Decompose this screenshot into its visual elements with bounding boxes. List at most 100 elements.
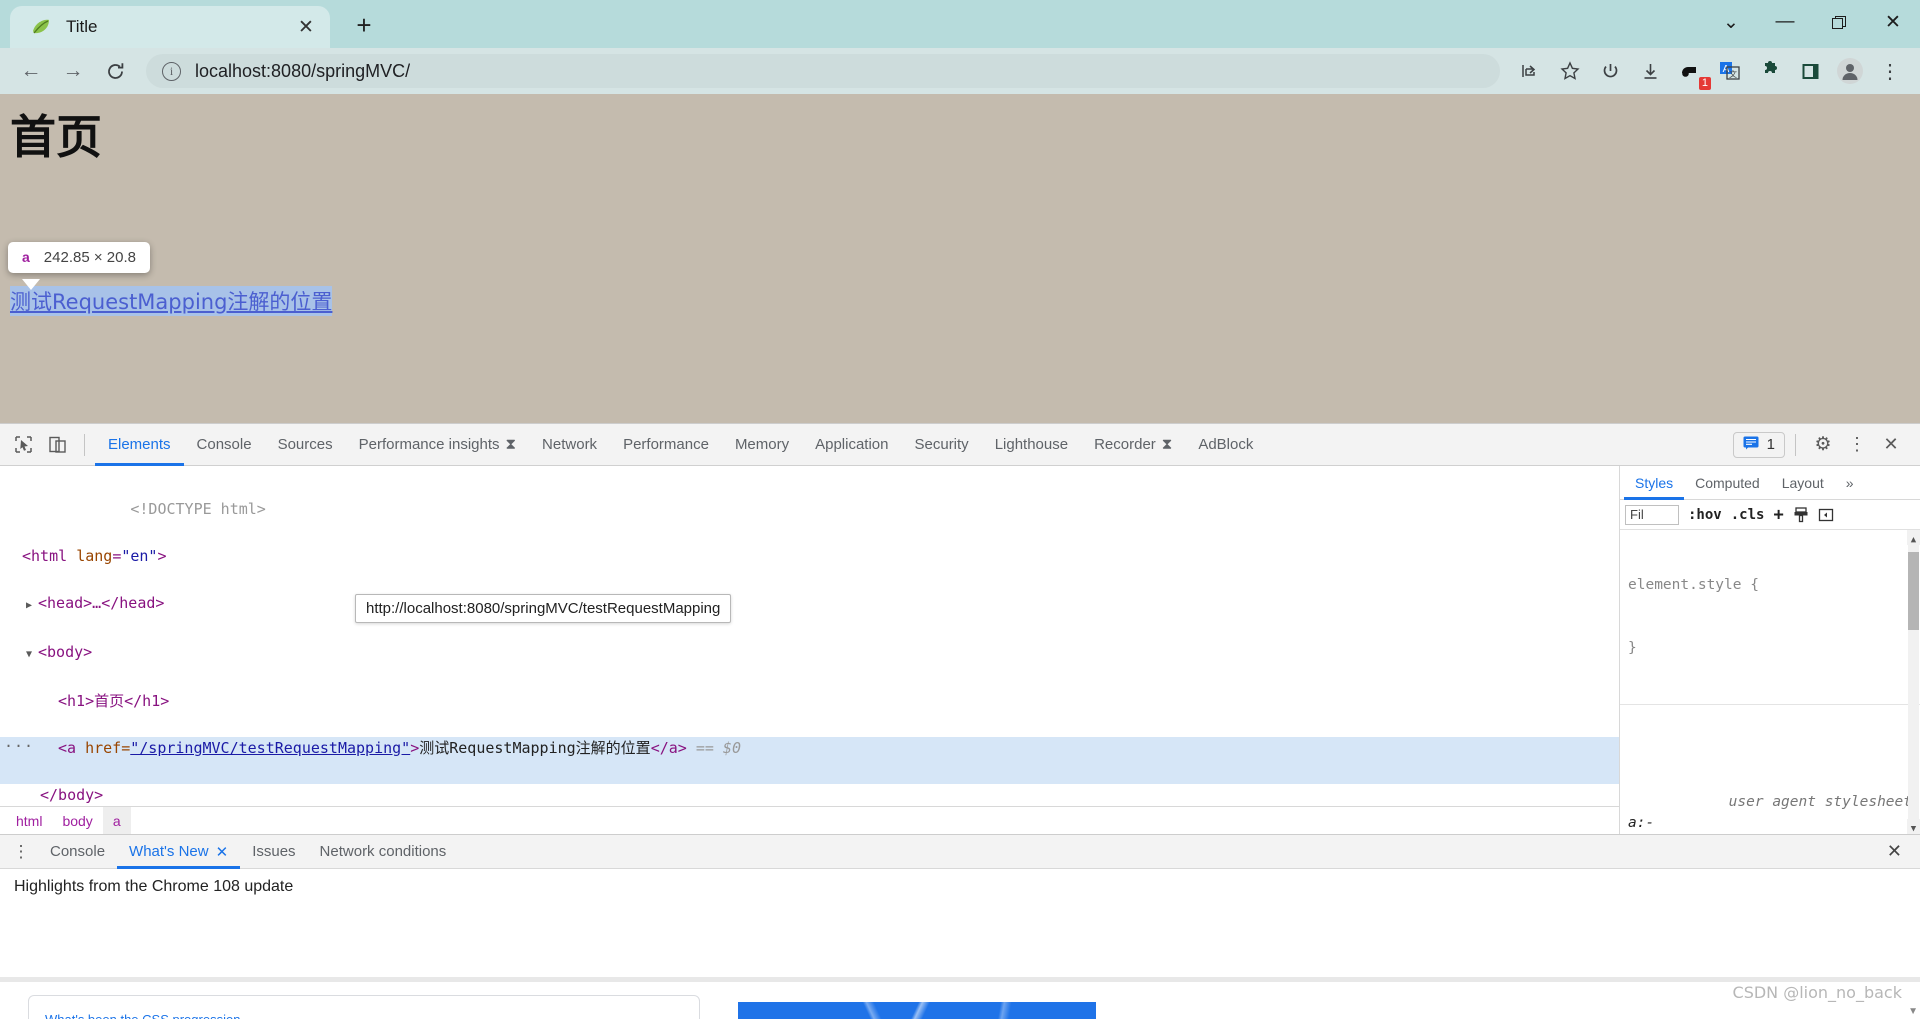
tab-lighthouse[interactable]: Lighthouse xyxy=(982,424,1081,466)
extension-badge-icon[interactable]: 1 xyxy=(1670,51,1711,91)
reload-button[interactable] xyxy=(94,50,136,92)
power-icon[interactable] xyxy=(1590,51,1630,91)
divider xyxy=(84,433,85,456)
translate-icon[interactable]: A 文 xyxy=(1710,51,1750,91)
experiment-flask-icon: ⧗ xyxy=(1161,436,1173,453)
doctype-text: <!DOCTYPE html> xyxy=(130,499,266,518)
tab-label: Security xyxy=(914,436,969,453)
tab-memory[interactable]: Memory xyxy=(722,424,802,466)
element-style-close: } xyxy=(1628,640,1637,656)
test-request-mapping-link[interactable]: 测试RequestMapping注解的位置 xyxy=(10,286,333,316)
print-preview-icon[interactable] xyxy=(1793,506,1809,523)
a-gt: > xyxy=(410,738,420,757)
styles-rules-list[interactable]: element.style { } user agent stylesheet … xyxy=(1620,530,1920,834)
dom-node-a-selected[interactable]: <a href="/springMVC/testRequestMapping">… xyxy=(0,735,1619,784)
minimize-icon[interactable]: — xyxy=(1758,0,1812,44)
body-close-text: </body> xyxy=(40,785,104,804)
watermark: CSDN @lion_no_back xyxy=(1732,983,1902,1002)
expand-triangle-icon[interactable]: ▶ xyxy=(26,594,38,618)
dom-node-head[interactable]: ▶ <head>…</head> xyxy=(0,592,1619,641)
tab-label: AdBlock xyxy=(1198,436,1254,453)
computed-sidebar-toggle-icon[interactable] xyxy=(1818,507,1834,523)
h1-text: <h1>首页</h1> xyxy=(58,691,170,710)
tab-label: Network conditions xyxy=(319,843,447,860)
forward-button[interactable]: → xyxy=(52,50,94,92)
inspect-element-icon[interactable] xyxy=(6,428,40,462)
drawer-menu-icon[interactable]: ⋮ xyxy=(4,835,38,869)
device-toolbar-icon[interactable] xyxy=(40,428,74,462)
side-panel-icon[interactable] xyxy=(1790,51,1830,91)
experiment-flask-icon: ⧗ xyxy=(505,436,517,453)
profile-avatar-icon[interactable] xyxy=(1830,51,1870,91)
close-devtools-icon[interactable]: ✕ xyxy=(1874,428,1908,462)
tab-recorder[interactable]: Recorder ⧗ xyxy=(1081,424,1185,466)
new-tab-button[interactable]: + xyxy=(344,5,384,45)
tab-computed[interactable]: Computed xyxy=(1684,466,1771,500)
address-bar[interactable]: i localhost:8080/springMVC/ xyxy=(146,54,1500,88)
drawer-tab-network-conditions[interactable]: Network conditions xyxy=(308,835,459,869)
dom-node-body-close[interactable]: </body> xyxy=(0,784,1619,807)
scroll-down-icon[interactable]: ▼ xyxy=(1907,819,1920,834)
tab-layout[interactable]: Layout xyxy=(1771,466,1835,500)
tab-security[interactable]: Security xyxy=(902,424,982,466)
head-text: <head>…</head> xyxy=(38,593,165,612)
drawer-tab-issues[interactable]: Issues xyxy=(240,835,307,869)
tab-label: Issues xyxy=(252,843,296,860)
tab-performance[interactable]: Performance xyxy=(610,424,722,466)
gear-icon[interactable]: ⚙ xyxy=(1806,428,1840,462)
bookmark-star-icon[interactable] xyxy=(1550,51,1590,91)
whats-new-card[interactable]: What's been the CSS progression xyxy=(28,995,700,1019)
dom-node-doctype[interactable]: <!DOCTYPE html> xyxy=(0,474,1619,545)
drawer-tab-console[interactable]: Console xyxy=(38,835,117,869)
scroll-up-icon[interactable]: ▲ xyxy=(1907,530,1920,545)
tag-close-bracket: > xyxy=(157,546,167,565)
tab-sources[interactable]: Sources xyxy=(265,424,346,466)
hov-toggle[interactable]: :hov xyxy=(1688,507,1722,523)
message-count-badge[interactable]: 1 xyxy=(1732,431,1785,458)
tab-console[interactable]: Console xyxy=(184,424,265,466)
cls-toggle[interactable]: .cls xyxy=(1731,507,1765,523)
download-icon[interactable] xyxy=(1630,51,1670,91)
site-info-icon[interactable]: i xyxy=(162,61,181,81)
dom-tree-pane: <!DOCTYPE html> <html lang="en"> ▶ <head>… xyxy=(0,466,1620,834)
breadcrumb-item-html[interactable]: html xyxy=(6,807,52,835)
close-drawer-icon[interactable]: ✕ xyxy=(1873,841,1916,862)
dom-tree[interactable]: <!DOCTYPE html> <html lang="en"> ▶ <head>… xyxy=(0,466,1619,806)
tab-styles[interactable]: Styles xyxy=(1624,466,1684,500)
styles-scrollbar-thumb[interactable] xyxy=(1908,552,1919,630)
breadcrumb-item-body[interactable]: body xyxy=(52,807,102,835)
back-button[interactable]: ← xyxy=(10,50,52,92)
tab-label: Memory xyxy=(734,436,790,453)
a-href-value[interactable]: "/springMVC/testRequestMapping" xyxy=(130,739,410,757)
close-icon[interactable]: ✕ xyxy=(292,13,320,41)
tab-adblock[interactable]: AdBlock xyxy=(1185,424,1266,466)
rule-user-agent[interactable]: user agent stylesheet a:- webkit -any-li… xyxy=(1620,705,1920,834)
drawer-tab-whats-new[interactable]: What's New ✕ xyxy=(117,835,240,869)
dom-node-h1[interactable]: <h1>首页</h1> xyxy=(0,690,1619,737)
tab-network[interactable]: Network xyxy=(529,424,610,466)
tab-application[interactable]: Application xyxy=(802,424,901,466)
chrome-menu-icon[interactable]: ⋮ xyxy=(1870,51,1910,91)
collapse-triangle-icon[interactable]: ▼ xyxy=(26,643,38,667)
more-tabs-icon[interactable]: » xyxy=(1835,466,1865,500)
maximize-icon[interactable] xyxy=(1812,0,1866,44)
tab-label: Performance xyxy=(623,436,709,453)
more-options-icon[interactable]: ⋮ xyxy=(1840,428,1874,462)
tab-search-icon[interactable]: ⌄ xyxy=(1704,0,1758,44)
scroll-down-icon[interactable]: ▼ xyxy=(1908,1006,1918,1017)
rule-element-style[interactable]: element.style { } xyxy=(1620,530,1920,705)
dom-node-html[interactable]: <html lang="en"> xyxy=(0,545,1619,592)
dom-node-body[interactable]: ▼ <body> xyxy=(0,641,1619,690)
tab-elements[interactable]: Elements xyxy=(95,424,184,466)
breadcrumb-item-a[interactable]: a xyxy=(102,806,131,834)
attr-lang-value: "en" xyxy=(121,546,158,565)
browser-tab[interactable]: Title ✕ xyxy=(10,6,330,48)
tab-performance-insights[interactable]: Performance insights ⧗ xyxy=(346,424,529,466)
close-icon[interactable]: ✕ xyxy=(216,843,229,861)
close-window-icon[interactable]: ✕ xyxy=(1866,0,1920,44)
new-style-rule-button[interactable]: + xyxy=(1773,505,1783,525)
puzzle-extensions-icon[interactable] xyxy=(1750,51,1790,91)
share-icon[interactable] xyxy=(1510,51,1550,91)
filter-input[interactable]: Fil xyxy=(1625,504,1679,525)
divider xyxy=(1795,433,1796,456)
